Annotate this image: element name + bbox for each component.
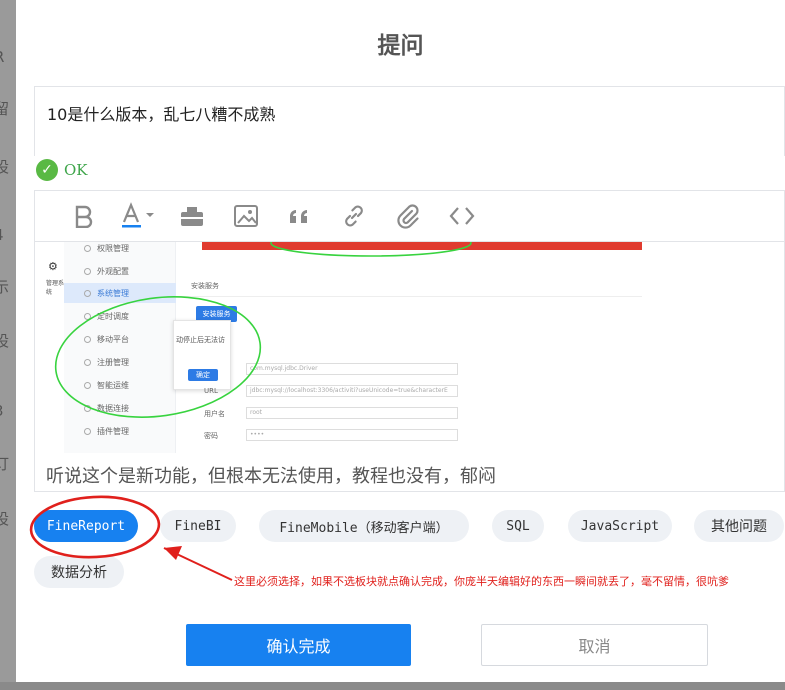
tag-other[interactable]: 其他问题 [694, 510, 784, 542]
tag-finereport[interactable]: FineReport [34, 510, 138, 542]
green-circle-annotations [54, 242, 472, 418]
tag-data-analysis[interactable]: 数据分析 [34, 556, 124, 588]
bottom-edge [0, 682, 785, 690]
question-body-text: 听说这个是新功能，但根本无法使用，教程也没有，郁闷 [46, 466, 496, 487]
tag-javascript[interactable]: JavaScript [568, 510, 672, 542]
font-color-icon[interactable] [111, 196, 165, 236]
code-block-icon[interactable] [165, 196, 219, 236]
question-title-text: 10是什么版本，乱七八糟不成熟 [47, 105, 276, 124]
embedded-screenshot: ⚙ 管理系统 权限管理 外观配置 系统管理 定时调度 移动平台 注册管理 智能运… [46, 242, 642, 453]
ask-question-dialog: 提问 10是什么版本，乱七八糟不成熟 ✓ OK ⚙ 管理系统 权限管理 外观配置… [16, 0, 785, 690]
link-icon[interactable] [327, 196, 381, 236]
image-icon[interactable] [219, 196, 273, 236]
question-title-input[interactable]: 10是什么版本，乱七八糟不成熟 [34, 86, 785, 156]
check-circle-icon: ✓ [36, 159, 58, 181]
annotation-text: 这里必须选择，如果不选板块就点确认完成，你庞半天编辑好的东西一瞬间就丢了，毫不留… [234, 575, 729, 588]
attachment-icon[interactable] [381, 196, 435, 236]
editor-toolbar [34, 190, 785, 242]
tag-sql[interactable]: SQL [492, 510, 544, 542]
tag-finebi[interactable]: FineBI [160, 510, 236, 542]
tag-finemobile[interactable]: FineMobile（移动客户端） [259, 510, 469, 542]
ok-label: OK [64, 161, 88, 179]
cancel-button[interactable]: 取消 [481, 624, 708, 666]
validation-ok: ✓ OK [36, 158, 88, 182]
code-icon[interactable] [435, 196, 489, 236]
confirm-button[interactable]: 确认完成 [186, 624, 411, 666]
dialog-title: 提问 [377, 33, 424, 59]
quote-icon[interactable] [273, 196, 327, 236]
bold-icon[interactable] [57, 196, 111, 236]
editor-content[interactable]: ⚙ 管理系统 权限管理 外观配置 系统管理 定时调度 移动平台 注册管理 智能运… [34, 242, 785, 492]
